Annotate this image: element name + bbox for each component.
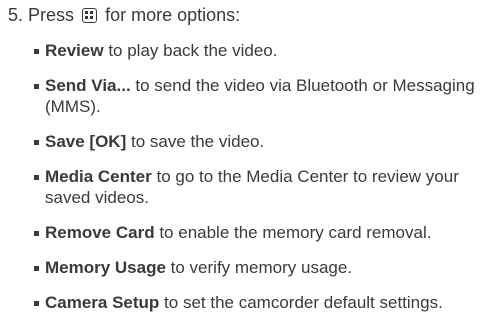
option-review: Review to play back the video. — [34, 40, 486, 61]
bullet-icon — [34, 301, 39, 306]
option-save: Save [OK] to save the video. — [34, 131, 486, 152]
option-send-via: Send Via... to send the video via Blueto… — [34, 75, 486, 117]
option-description: to play back the video. — [103, 41, 278, 60]
bullet-icon — [34, 231, 39, 236]
bullet-icon — [34, 140, 39, 145]
step-text-after: for more options: — [105, 5, 241, 25]
option-term: Review — [45, 41, 104, 60]
menu-key-icon — [82, 8, 98, 23]
option-description: to verify memory usage. — [165, 258, 353, 277]
option-description: to set the camcorder default settings. — [159, 293, 443, 312]
bullet-icon — [34, 175, 39, 180]
option-camera-setup: Camera Setup to set the camcorder defaul… — [34, 292, 486, 313]
step-instruction: 5. Press for more options: — [8, 4, 240, 26]
option-term: Media Center — [45, 167, 152, 186]
bullet-icon — [34, 84, 39, 89]
step-text-before: Press — [28, 5, 75, 25]
step-number: 5. — [8, 5, 24, 25]
option-term: Save [OK] — [45, 132, 127, 151]
option-description: to enable the memory card removal. — [154, 223, 432, 242]
bullet-icon — [34, 266, 39, 271]
option-term: Send Via... — [45, 76, 131, 95]
option-term: Remove Card — [45, 223, 155, 242]
manual-page: 5. Press for more options: Review to pla… — [0, 0, 491, 317]
option-remove-card: Remove Card to enable the memory card re… — [34, 222, 486, 243]
option-term: Camera Setup — [45, 293, 160, 312]
options-list: Review to play back the video. Send Via.… — [34, 40, 486, 327]
option-memory-usage: Memory Usage to verify memory usage. — [34, 257, 486, 278]
option-description: to save the video. — [126, 132, 265, 151]
option-media-center: Media Center to go to the Media Center t… — [34, 166, 486, 208]
option-term: Memory Usage — [45, 258, 166, 277]
bullet-icon — [34, 49, 39, 54]
